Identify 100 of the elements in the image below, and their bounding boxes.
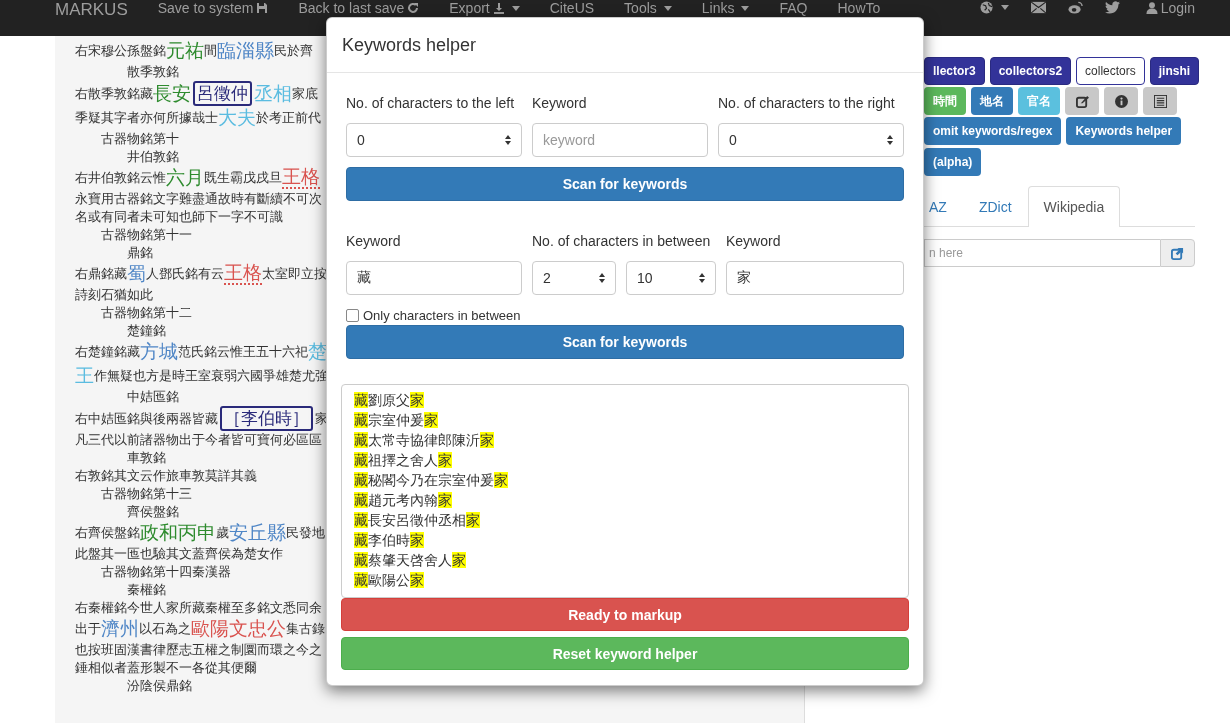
passage-text: 汾陰侯鼎銘 [127, 677, 192, 695]
nav-link[interactable]: HowTo [822, 0, 896, 15]
field-label: No. of characters to the right [718, 94, 896, 113]
result-line: 藏劉原父家 [354, 391, 425, 410]
updown-icon [599, 273, 605, 283]
passage-text: 楚鐘銘 [127, 322, 166, 340]
office-term: 丞相 [254, 81, 292, 106]
passage-text: 右敦銘其文云作旅車敦莫詳其義 [75, 467, 257, 485]
passage-text: 名或有同者未可知也師下一字不可識 [75, 208, 283, 226]
office-term: 王 [75, 364, 94, 388]
passage-text: 古器物銘第十三 [101, 485, 192, 503]
result-line: 藏太常寺協律郎陳沂家 [354, 431, 495, 450]
passage-text: 鼎銘 [127, 244, 153, 262]
time-term: 六月 [166, 166, 204, 190]
collection-button[interactable]: collectors2 [989, 57, 1072, 85]
place-term: 蜀 [127, 262, 146, 286]
checkbox-label: Only characters in between [363, 307, 521, 323]
dialog-title: Keywords helper [342, 34, 477, 56]
collection-button[interactable]: llector3 [924, 57, 985, 85]
passage-text: 井伯敦銘 [127, 148, 179, 166]
number-select[interactable]: 10 [626, 261, 716, 295]
action-button[interactable]: Keywords helper [1066, 117, 1182, 145]
nav-link[interactable]: Back to last save [283, 0, 435, 15]
passage-text: 集古錄 [286, 621, 325, 636]
field-label: Keyword [726, 232, 782, 251]
passage-text: 右井伯敦銘云惟 [75, 170, 166, 185]
passage-text: 右鼎銘藏 [75, 266, 127, 281]
person-term: ［李伯時］ [220, 406, 313, 431]
nav-link[interactable]: Export [434, 0, 535, 15]
field-label: No. of characters to the left [346, 94, 516, 113]
passage-text: 范氏銘云惟王五十六祀 [178, 344, 308, 359]
reference-tab[interactable]: Wikipedia [1027, 186, 1121, 227]
field-label: Keyword [346, 232, 402, 251]
passage-text: 右楚鐘銘藏 [75, 344, 140, 359]
passage-text: 民發地 [286, 525, 325, 540]
markup-button[interactable]: Ready to markup [341, 598, 909, 631]
passage-text: 車敦銘 [127, 449, 166, 467]
passage-text: 詩刻石猶如此 [75, 286, 153, 304]
time-term: 元祐 [166, 39, 204, 63]
office-term: 楚 [308, 340, 327, 364]
result-line: 藏宗室仲爰家 [354, 411, 439, 430]
passage-text: 於考正前代 [256, 110, 321, 125]
result-line: 藏趙元考內翰家 [354, 491, 453, 510]
result-line: 藏歐陽公家 [354, 571, 425, 590]
info-button[interactable] [1104, 87, 1138, 115]
user-icon [1145, 2, 1158, 14]
result-line: 藏蔡肇天啓舍人家 [354, 551, 467, 570]
passage-text: 也按班固漢書律歷志五權之制圜而環之今之 [75, 641, 322, 659]
open-link-button[interactable] [1160, 239, 1195, 267]
markup-button[interactable]: 地名 [971, 87, 1013, 115]
scan-button[interactable]: Scan for keywords [346, 325, 904, 359]
passage-text: 人鄧氏銘有云 [146, 266, 224, 281]
passage-text: 太室即立按 [262, 265, 327, 283]
scan-button[interactable]: Scan for keywords [346, 167, 904, 201]
nav-link[interactable]: FAQ [764, 0, 823, 15]
number-select[interactable]: 0 [718, 123, 904, 157]
passage-text: 右散季敦銘藏 [75, 84, 153, 101]
keyword-field[interactable]: 家 [726, 261, 904, 295]
nav-link[interactable]: Links [686, 0, 765, 15]
passage-text: 右秦權銘今世人家所藏秦權至多銘文悉同余 [75, 599, 322, 617]
passage-text: 古器物銘第十二 [101, 304, 192, 322]
passage-text: 永寶用古器銘文字難盡通故時有斷續不可次 [75, 190, 322, 208]
passage-text: 右中姞匜銘與後兩器皆藏 [75, 409, 218, 428]
bird-icon [1104, 1, 1120, 14]
checkbox[interactable] [346, 308, 359, 322]
office-term: 大夫 [218, 106, 256, 130]
brand-logo[interactable]: MARKUS [40, 0, 143, 19]
login-link[interactable]: Login [1130, 0, 1195, 15]
passage-text: 家底 [292, 85, 318, 101]
keyword-field[interactable]: keyword [532, 123, 708, 157]
reference-tab[interactable]: ZDict [962, 186, 1028, 226]
collection-button[interactable]: jinshi [1149, 57, 1200, 85]
refresh-icon [407, 2, 420, 14]
result-line: 藏李伯時家 [354, 531, 425, 550]
list-button[interactable] [1143, 87, 1177, 115]
place-term: 臨淄縣 [217, 39, 274, 63]
passage-text: 秦權銘 [127, 581, 166, 599]
passage-text: 既生霸戊戌旦 [204, 170, 282, 187]
nav-link[interactable]: Save to system [142, 0, 284, 15]
number-select[interactable]: 0 [346, 123, 522, 157]
passage-text: 古器物銘第十 [101, 130, 179, 148]
passage-text: 民於齊 [274, 43, 313, 58]
result-line: 藏長安呂徵仲丞相家 [354, 511, 481, 530]
collection-button[interactable]: collectors [1076, 57, 1145, 85]
search-field[interactable]: n here [924, 239, 1160, 267]
nav-link[interactable]: Tools [609, 0, 687, 15]
name-term: 歐陽文忠公 [191, 617, 286, 641]
keyword-field[interactable]: 藏 [346, 261, 522, 295]
updown-icon [699, 273, 705, 283]
action-button[interactable]: omit keywords/regex [924, 117, 1062, 145]
passage-text: 古器物銘第十四秦漢器 [101, 563, 231, 581]
action-button[interactable]: (alpha) [924, 148, 982, 176]
reference-tab[interactable]: AZ [924, 186, 963, 226]
number-select[interactable]: 2 [532, 261, 616, 295]
passage-text: 右宋穆公孫盤銘 [75, 43, 166, 58]
passage-text: 出于 [75, 621, 101, 636]
passage-text: 以石為之 [139, 621, 191, 636]
nav-link[interactable]: CiteUS [534, 0, 610, 15]
updown-icon [505, 135, 511, 145]
edit-button[interactable] [1065, 87, 1099, 115]
